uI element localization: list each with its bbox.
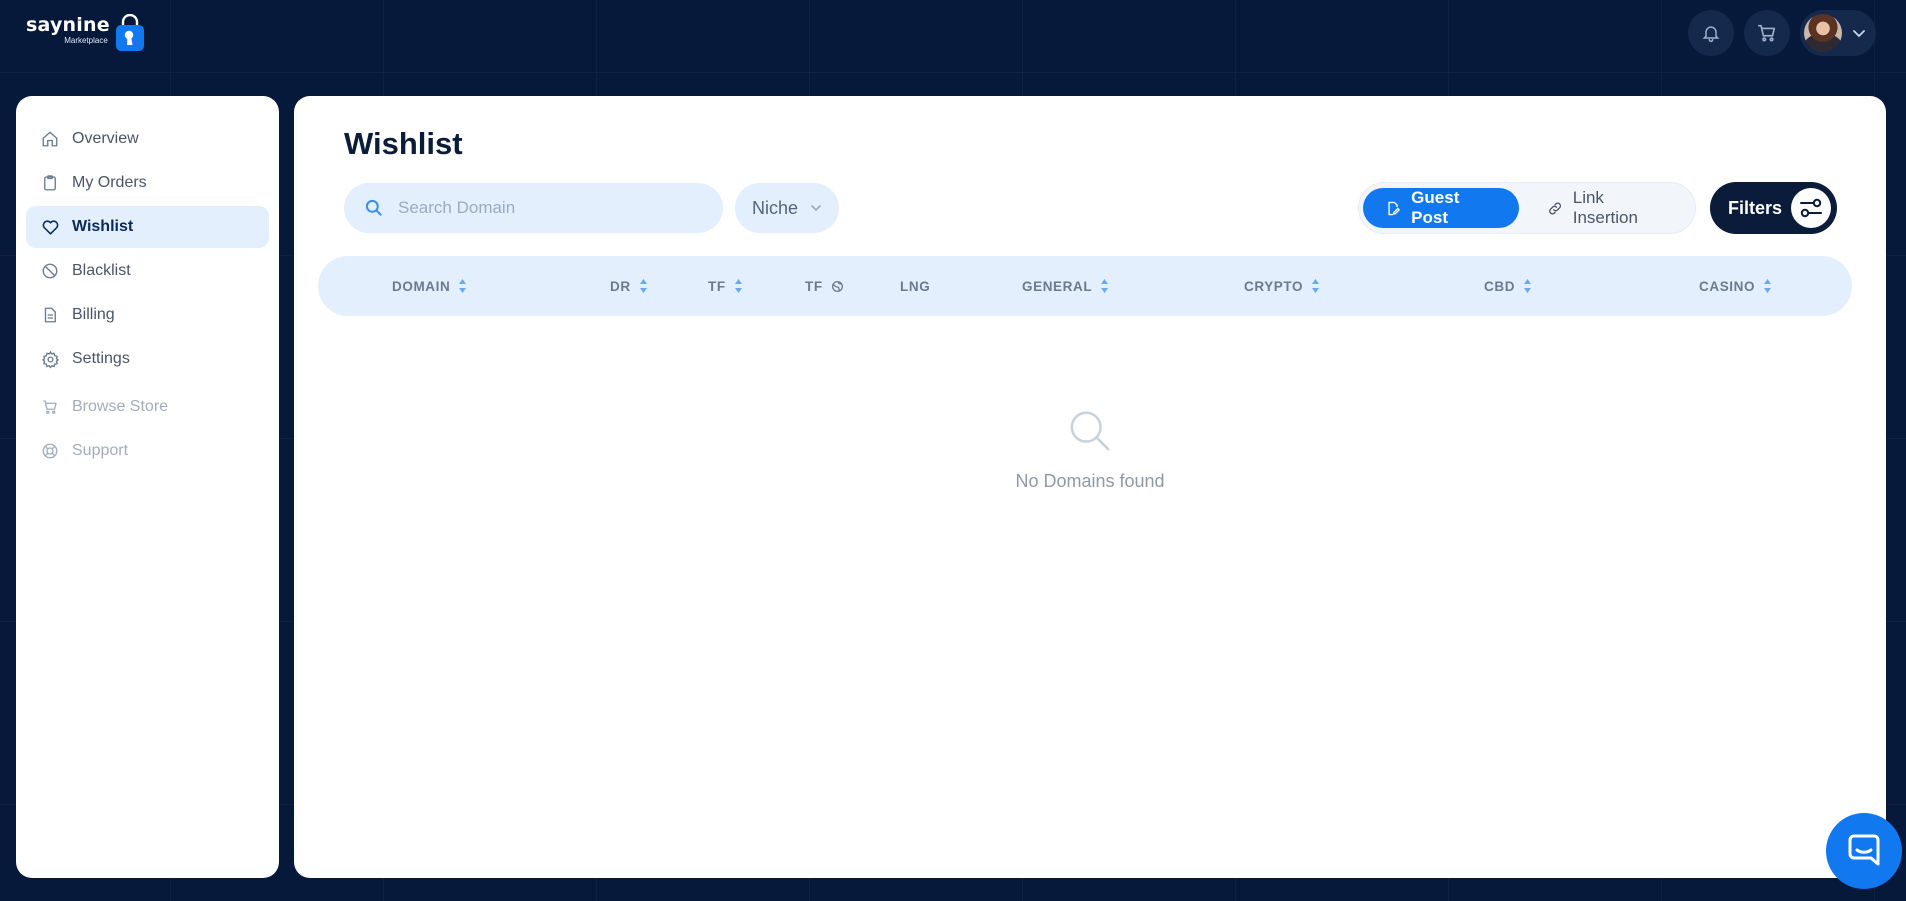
column-domain[interactable]: DOMAIN — [392, 256, 467, 316]
column-label: GENERAL — [1022, 278, 1093, 294]
column-tf[interactable]: TF — [708, 256, 743, 316]
brand-name: saynine — [26, 14, 110, 36]
main-panel: Wishlist Niche Guest Post Link Insertion… — [294, 96, 1886, 878]
column-label: CASINO — [1699, 278, 1756, 294]
notifications-button[interactable] — [1688, 10, 1734, 56]
chevron-down-icon — [811, 205, 821, 212]
column-tf-global[interactable]: TF — [805, 256, 844, 316]
sort-icon — [1101, 279, 1109, 293]
brand-sub: Marketplace — [64, 36, 108, 45]
sidebar-item-settings[interactable]: Settings — [26, 338, 269, 380]
cart-icon — [40, 397, 60, 417]
sliders-icon — [1791, 188, 1831, 228]
cart-button[interactable] — [1744, 10, 1790, 56]
column-label: CBD — [1484, 278, 1516, 294]
sidebar-item-my-orders[interactable]: My Orders — [26, 162, 269, 204]
empty-state-text: No Domains found — [1015, 471, 1165, 491]
chat-icon — [1848, 834, 1880, 866]
sidebar-item-label: Settings — [72, 350, 130, 367]
sidebar-item-blacklist[interactable]: Blacklist — [26, 250, 269, 292]
link-icon — [1548, 202, 1561, 214]
filters-label: Filters — [1728, 197, 1783, 218]
empty-state: No Domains found — [294, 408, 1886, 492]
column-label: CRYPTO — [1244, 278, 1304, 294]
sidebar-item-billing[interactable]: Billing — [26, 294, 269, 336]
top-bar: saynine Marketplace — [0, 0, 1906, 72]
column-label: DR — [610, 278, 631, 294]
sidebar-item-overview[interactable]: Overview — [26, 118, 269, 160]
tab-label: Link Insertion — [1572, 188, 1638, 227]
filters-button[interactable]: Filters — [1710, 182, 1837, 234]
sidebar-item-label: Support — [72, 442, 129, 459]
search-icon — [365, 199, 382, 216]
sort-icon — [1312, 279, 1320, 293]
column-general[interactable]: GENERAL — [1022, 256, 1109, 316]
sidebar-item-wishlist[interactable]: Wishlist — [26, 206, 269, 248]
chat-button[interactable] — [1826, 813, 1902, 889]
sidebar-item-label: Browse Store — [72, 398, 169, 415]
sidebar-item-label: Billing — [72, 306, 115, 323]
tab-label: Guest Post — [1411, 188, 1460, 227]
brand-logo[interactable]: saynine Marketplace — [26, 14, 146, 52]
column-label: LNG — [900, 278, 931, 294]
globe-icon — [831, 280, 843, 292]
column-cbd[interactable]: CBD — [1484, 256, 1532, 316]
niche-label: Niche — [751, 197, 799, 218]
page-title: Wishlist — [344, 126, 463, 161]
sidebar-item-label: Blacklist — [72, 262, 131, 279]
home-icon — [40, 129, 60, 149]
avatar — [1804, 14, 1842, 52]
lifebuoy-icon — [40, 441, 60, 461]
sidebar-item-browse-store[interactable]: Browse Store — [26, 386, 269, 428]
column-dr[interactable]: DR — [610, 256, 648, 316]
sidebar-item-label: My Orders — [72, 174, 147, 191]
bell-icon — [1702, 26, 1720, 43]
sort-icon — [639, 279, 647, 293]
sidebar-item-label: Overview — [72, 130, 139, 147]
ban-icon — [40, 261, 60, 281]
tab-link-insertion[interactable]: Link Insertion — [1525, 188, 1691, 228]
shopping-bag-icon — [115, 14, 144, 51]
search-icon — [1070, 411, 1110, 451]
sort-icon — [1764, 279, 1772, 293]
sort-icon — [459, 279, 467, 293]
heart-icon — [40, 217, 60, 237]
niche-dropdown[interactable]: Niche — [735, 183, 839, 233]
column-casino[interactable]: CASINO — [1699, 256, 1772, 316]
chevron-down-icon — [1853, 30, 1865, 38]
column-crypto[interactable]: CRYPTO — [1244, 256, 1320, 316]
cart-icon — [1757, 24, 1776, 42]
gear-icon — [40, 349, 60, 369]
sidebar: Overview My Orders Wishlist Blacklist Bi… — [16, 96, 279, 878]
user-menu-button[interactable] — [1800, 10, 1876, 56]
sidebar-item-support[interactable]: Support — [26, 430, 269, 472]
column-label: TF — [805, 278, 823, 294]
search-box[interactable] — [344, 183, 723, 233]
sort-icon — [734, 279, 742, 293]
column-label: TF — [708, 278, 726, 294]
document-icon — [40, 305, 60, 325]
table-header: DOMAIN DR TF TF LNG GENERAL CRYPTO CBD C… — [318, 256, 1852, 316]
column-label: DOMAIN — [392, 278, 451, 294]
column-lng[interactable]: LNG — [900, 256, 930, 316]
sort-icon — [1524, 279, 1532, 293]
clipboard-icon — [40, 173, 60, 193]
edit-document-icon — [1388, 201, 1400, 215]
search-input[interactable] — [398, 198, 698, 218]
type-toggle: Guest Post Link Insertion — [1358, 182, 1696, 234]
sidebar-item-label: Wishlist — [72, 218, 134, 235]
tab-guest-post[interactable]: Guest Post — [1363, 188, 1519, 228]
